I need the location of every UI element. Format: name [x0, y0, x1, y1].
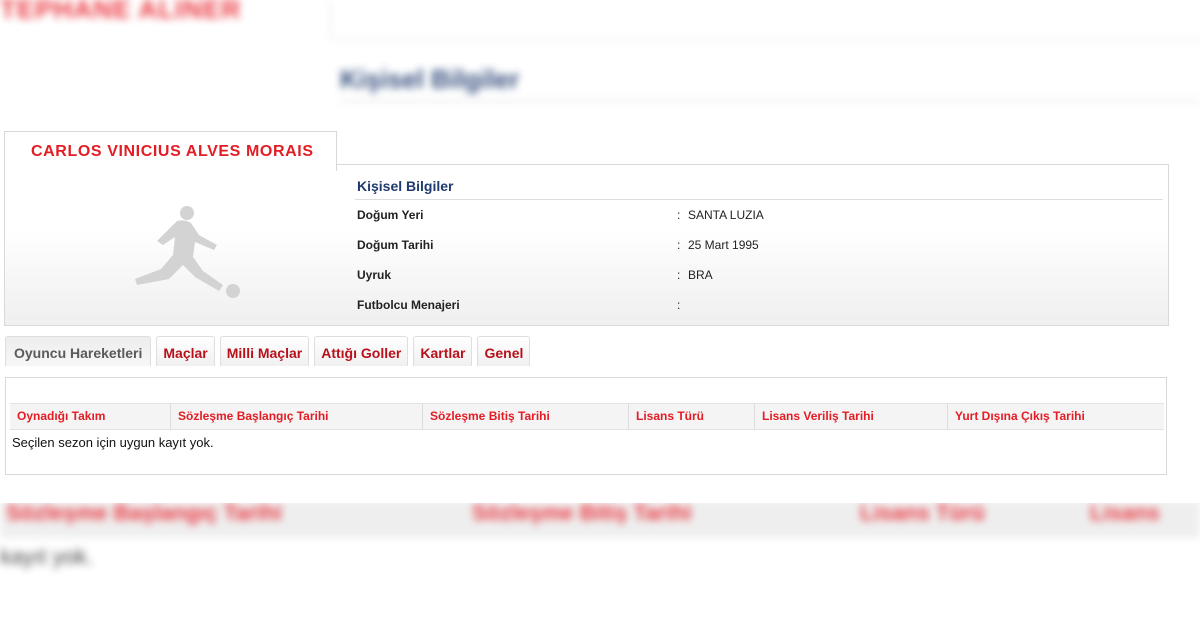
info-separator: : — [677, 208, 681, 222]
empty-table-message: Seçilen sezon için uygun kayıt yok. — [12, 435, 214, 450]
footballer-silhouette-icon — [135, 206, 240, 298]
tab-milli-maclar[interactable]: Milli Maçlar — [219, 336, 310, 366]
bg-bottom-header: Lisans — [1090, 500, 1160, 525]
bg-bottom-header: Sözleşme Başlangıç Tarihi — [6, 500, 282, 525]
info-row-agent: Futbolcu Menajeri : — [355, 290, 1163, 320]
info-value: 25 Mart 1995 — [688, 238, 759, 252]
column-header: Sözleşme Başlangıç Tarihi — [171, 404, 423, 429]
bg-top-box — [330, 0, 1200, 40]
info-row-nationality: Uyruk : BRA — [355, 260, 1163, 290]
table-header: Oynadığı Takım Sözleşme Başlangıç Tarihi… — [10, 403, 1164, 430]
bg-bottom-header: Sözleşme Bitiş Tarihi — [472, 500, 692, 525]
info-label: Doğum Yeri — [357, 208, 424, 222]
bg-bottom-header: Lisans Türü — [860, 500, 985, 525]
info-row-birthdate: Doğum Tarihi : 25 Mart 1995 — [355, 230, 1163, 260]
column-header: Yurt Dışına Çıkış Tarihi — [955, 409, 1085, 423]
transfers-table: Oynadığı Takım Sözleşme Başlangıç Tarihi… — [5, 377, 1167, 475]
player-card: CARLOS VINICIUS ALVES MORAIS Kişisel Bil… — [0, 125, 1200, 503]
player-name-tab: CARLOS VINICIUS ALVES MORAIS — [4, 131, 337, 171]
bg-top-title: TEPHANE ALINER — [0, 0, 242, 24]
bg-section-title: Kişisel Bilgiler — [340, 64, 520, 94]
tab-oyuncu-hareketleri[interactable]: Oyuncu Hareketleri — [5, 336, 152, 366]
info-value: BRA — [688, 268, 713, 282]
info-separator: : — [677, 268, 681, 282]
personal-info-title: Kişisel Bilgiler — [355, 165, 1163, 200]
info-separator: : — [677, 298, 681, 312]
info-value: SANTA LUZIA — [688, 208, 764, 222]
tab-maclar[interactable]: Maçlar — [156, 336, 215, 366]
column-header: Lisans Veriliş Tarihi — [755, 404, 948, 429]
profile-box: Kişisel Bilgiler Doğum Yeri : SANTA LUZI… — [4, 164, 1169, 326]
info-label: Doğum Tarihi — [357, 238, 434, 252]
tab-kartlar[interactable]: Kartlar — [413, 336, 473, 366]
info-label: Futbolcu Menajeri — [357, 298, 460, 312]
info-separator: : — [677, 238, 681, 252]
tab-attigi-goller[interactable]: Attığı Goller — [314, 336, 409, 366]
info-label: Uyruk — [357, 268, 392, 282]
column-header: Lisans Türü — [629, 404, 755, 429]
bg-empty-message: kayıt yok. — [0, 544, 93, 569]
info-row-birthplace: Doğum Yeri : SANTA LUZIA — [355, 200, 1163, 230]
tab-genel[interactable]: Genel — [477, 336, 531, 366]
player-name: CARLOS VINICIUS ALVES MORAIS — [31, 142, 314, 160]
column-header: Sözleşme Bitiş Tarihi — [423, 404, 629, 429]
player-tabs: Oyuncu Hareketleri Maçlar Milli Maçlar A… — [5, 336, 531, 366]
column-header: Oynadığı Takım — [10, 404, 171, 429]
bg-divider — [340, 100, 1200, 102]
personal-info: Kişisel Bilgiler Doğum Yeri : SANTA LUZI… — [355, 165, 1163, 320]
